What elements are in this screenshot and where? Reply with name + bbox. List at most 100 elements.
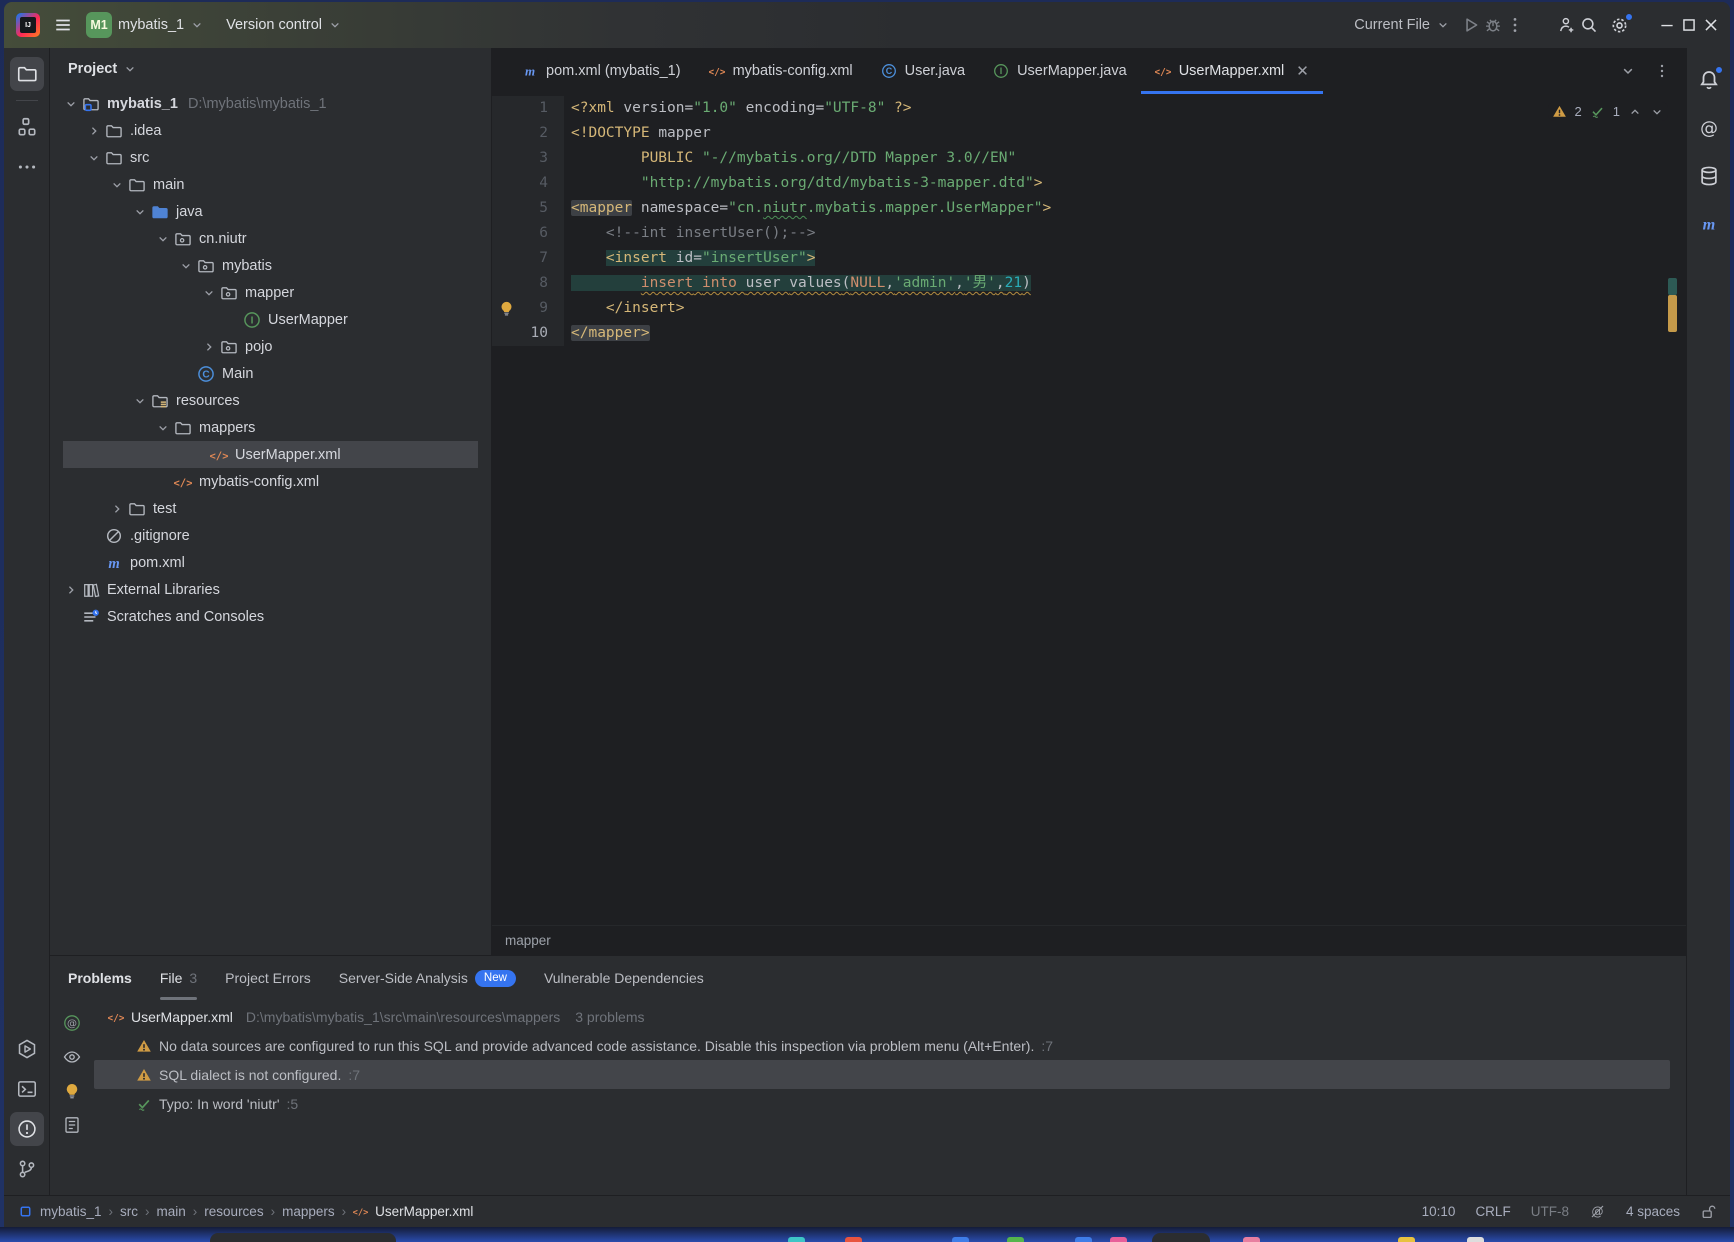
- tree-item-usermapper[interactable]: IUserMapper: [50, 306, 491, 333]
- prev-problem-chevron-up-icon[interactable]: [1628, 105, 1642, 119]
- tree-item-usermapper-xml[interactable]: </>UserMapper.xml: [63, 441, 478, 468]
- gutter-line-number[interactable]: 2: [492, 121, 564, 146]
- tree-item-cn-niutr[interactable]: cn.niutr: [50, 225, 491, 252]
- code-line-4[interactable]: 4 "http://mybatis.org/dtd/mybatis-3-mapp…: [492, 171, 1686, 196]
- gutter-line-number[interactable]: 1: [492, 96, 564, 121]
- tab-usermapper-xml[interactable]: </>UserMapper.xml✕: [1141, 48, 1323, 94]
- tool-strip-project-tool[interactable]: [10, 57, 44, 91]
- statusbar-crumb-main[interactable]: main: [157, 1204, 186, 1219]
- code-line-3[interactable]: 3 PUBLIC "-//mybatis.org//DTD Mapper 3.0…: [492, 146, 1686, 171]
- quick-fix-bulb-icon[interactable]: [498, 300, 515, 317]
- main-menu-hamburger-icon[interactable]: [54, 16, 72, 34]
- chevron-down-icon[interactable]: [156, 421, 170, 435]
- window-minimize-button[interactable]: [1658, 16, 1676, 34]
- statusbar-crumb-usermapper-xml[interactable]: </>UserMapper.xml: [353, 1204, 473, 1219]
- tree-item-main[interactable]: main: [50, 171, 491, 198]
- code-with-me-button[interactable]: [1558, 16, 1576, 34]
- statusbar-crumb-mybatis-1[interactable]: mybatis_1: [40, 1204, 102, 1219]
- vcs-widget[interactable]: Version control: [218, 11, 350, 39]
- settings-gear-icon[interactable]: [1602, 10, 1636, 40]
- tree-item-main[interactable]: CMain: [50, 360, 491, 387]
- breadcrumb-mapper[interactable]: mapper: [505, 933, 551, 948]
- tree-item-test[interactable]: test: [50, 495, 491, 522]
- cursor-position[interactable]: 10:10: [1422, 1204, 1456, 1219]
- tool-strip-maven-tool[interactable]: m: [1692, 207, 1726, 241]
- tree-item-java[interactable]: java: [50, 198, 491, 225]
- chevron-down-icon[interactable]: [87, 151, 101, 165]
- chevron-right-icon[interactable]: [87, 124, 101, 138]
- tree-item-scratches-and-consoles[interactable]: Scratches and Consoles: [50, 603, 491, 630]
- code-line-1[interactable]: 1<?xml version="1.0" encoding="UTF-8" ?>: [492, 96, 1686, 121]
- next-problem-chevron-down-icon[interactable]: [1650, 105, 1664, 119]
- problems-tab-vulnerable-dependencies[interactable]: Vulnerable Dependencies: [544, 956, 704, 1000]
- tool-strip-terminal-tool[interactable]: [10, 1072, 44, 1106]
- code-line-10[interactable]: 10</mapper>: [492, 321, 1686, 346]
- scrollbar-warning-mark[interactable]: [1668, 295, 1677, 332]
- tree-item-gitignore[interactable]: .gitignore: [50, 522, 491, 549]
- problems-toolbar-bulb-icon[interactable]: [57, 1076, 87, 1106]
- run-button[interactable]: [1462, 16, 1480, 34]
- tab-user-java[interactable]: CUser.java: [867, 48, 979, 94]
- tree-item-mapper[interactable]: mapper: [50, 279, 491, 306]
- code-line-2[interactable]: 2<!DOCTYPE mapper: [492, 121, 1686, 146]
- search-everywhere-button[interactable]: [1580, 16, 1598, 34]
- tree-item-pom-xml[interactable]: mpom.xml: [50, 549, 491, 576]
- run-configuration-selector[interactable]: Current File: [1346, 11, 1458, 39]
- problem-row-typo-in-word-niutr[interactable]: Typo: In word 'niutr':5: [94, 1089, 1670, 1118]
- tab-pom-xml-mybatis-1[interactable]: mpom.xml (mybatis_1): [508, 48, 695, 94]
- problems-tab-file[interactable]: File3: [160, 956, 197, 1000]
- window-close-button[interactable]: [1702, 16, 1720, 34]
- chevron-right-icon[interactable]: [202, 340, 216, 354]
- problems-toolbar-report-icon[interactable]: [57, 1110, 87, 1140]
- tree-item-pojo[interactable]: pojo: [50, 333, 491, 360]
- tree-item-mybatis-1[interactable]: mybatis_1D:\mybatis\mybatis_1: [50, 90, 491, 117]
- gutter-line-number[interactable]: 8: [492, 271, 564, 296]
- chevron-down-icon[interactable]: [156, 232, 170, 246]
- chevron-right-icon[interactable]: [110, 502, 124, 516]
- tool-strip-ai-assistant[interactable]: @: [1692, 111, 1726, 145]
- code-line-8[interactable]: 8 insert into user values(NULL,'admin','…: [492, 271, 1686, 296]
- code-line-9[interactable]: 9 </insert>: [492, 296, 1686, 321]
- tree-item-idea[interactable]: .idea: [50, 117, 491, 144]
- chevron-down-icon[interactable]: [202, 286, 216, 300]
- chevron-down-icon[interactable]: [133, 394, 147, 408]
- problems-tab-server-side-analysis[interactable]: Server-Side AnalysisNew: [339, 956, 516, 1000]
- tab-usermapper-java[interactable]: IUserMapper.java: [979, 48, 1141, 94]
- tool-strip-problems-tool[interactable]: [10, 1112, 44, 1146]
- code-line-6[interactable]: 6 <!--int insertUser();-->: [492, 221, 1686, 246]
- tool-strip-database-tool[interactable]: [1692, 159, 1726, 193]
- editor-breadcrumbs[interactable]: mapper: [492, 925, 1686, 955]
- debug-button[interactable]: [1484, 16, 1502, 34]
- tree-item-mybatis[interactable]: mybatis: [50, 252, 491, 279]
- tab-mybatis-config-xml[interactable]: </>mybatis-config.xml: [695, 48, 867, 94]
- ai-assistant-off-icon[interactable]: @: [1589, 1203, 1606, 1220]
- tool-strip-version-control-tool[interactable]: [10, 1152, 44, 1186]
- tool-strip-more-tools[interactable]: [10, 150, 44, 184]
- window-maximize-button[interactable]: [1680, 16, 1698, 34]
- inspections-widget[interactable]: 2 1: [1548, 102, 1668, 121]
- gutter-line-number[interactable]: 10: [492, 321, 564, 346]
- chevron-down-icon[interactable]: [133, 205, 147, 219]
- project-panel-header[interactable]: Project: [50, 48, 491, 90]
- line-separator[interactable]: CRLF: [1475, 1204, 1510, 1219]
- statusbar-crumb-resources[interactable]: resources: [204, 1204, 263, 1219]
- statusbar-crumb-src[interactable]: src: [120, 1204, 138, 1219]
- more-actions-kebab-icon[interactable]: [1506, 16, 1524, 34]
- tool-strip-notifications[interactable]: [1692, 63, 1726, 97]
- tool-strip-services-tool[interactable]: [10, 1032, 44, 1066]
- gutter-line-number[interactable]: 6: [492, 221, 564, 246]
- problems-toolbar-inspection-at-icon[interactable]: @: [57, 1008, 87, 1038]
- tool-strip-structure-tool[interactable]: [10, 110, 44, 144]
- gutter-line-number[interactable]: 5: [492, 196, 564, 221]
- tree-item-resources[interactable]: resources: [50, 387, 491, 414]
- gutter-line-number[interactable]: 3: [492, 146, 564, 171]
- problem-row-sql-dialect-is-not-configured[interactable]: SQL dialect is not configured.:7: [94, 1060, 1670, 1089]
- chevron-down-icon[interactable]: [64, 97, 78, 111]
- indent-style[interactable]: 4 spaces: [1626, 1204, 1680, 1219]
- tree-item-mappers[interactable]: mappers: [50, 414, 491, 441]
- problems-tab-project-errors[interactable]: Project Errors: [225, 956, 311, 1000]
- gutter-line-number[interactable]: 4: [492, 171, 564, 196]
- unlock-icon[interactable]: [1700, 1204, 1716, 1220]
- code-line-5[interactable]: 5<mapper namespace="cn.niutr.mybatis.map…: [492, 196, 1686, 221]
- chevron-down-icon[interactable]: [110, 178, 124, 192]
